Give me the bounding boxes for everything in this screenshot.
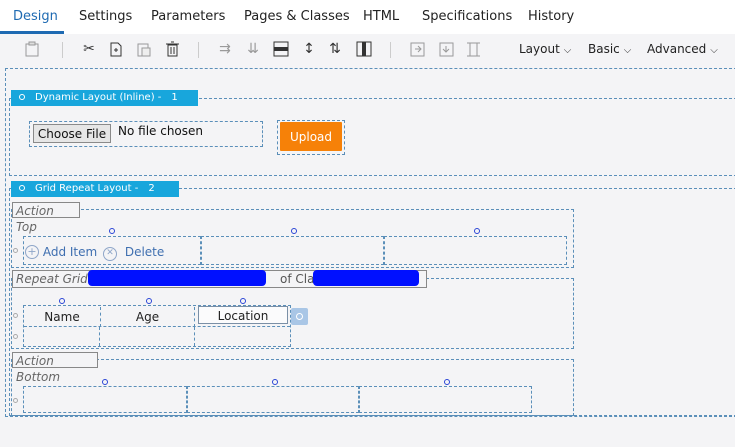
sort-columns-icon[interactable]: ↕ xyxy=(299,39,319,59)
grid-cell-divider xyxy=(194,327,195,346)
action-bottom-cell[interactable] xyxy=(187,386,359,413)
move-down-icon[interactable]: ⇊ xyxy=(243,39,263,59)
action-bottom-cell[interactable] xyxy=(23,386,187,413)
tab-history[interactable]: History xyxy=(528,0,574,34)
layout-handle-icon xyxy=(19,184,25,191)
cell-handle-icon[interactable] xyxy=(272,379,278,385)
add-item-link[interactable]: + Add Item xyxy=(25,245,97,259)
grid-cell-divider xyxy=(99,327,100,346)
insert-left-icon[interactable] xyxy=(407,39,427,59)
file-upload-field: Choose File No file chosen xyxy=(29,121,263,147)
toolbar-divider xyxy=(390,42,391,58)
tab-html[interactable]: HTML xyxy=(363,0,399,34)
grid-repeat-layout-header[interactable]: Grid Repeat Layout -2 xyxy=(11,181,179,197)
column-header-age[interactable]: Age xyxy=(101,307,195,327)
paste-icon[interactable] xyxy=(134,39,154,59)
column-handle-icon[interactable] xyxy=(59,298,65,304)
copy-icon[interactable] xyxy=(106,39,126,59)
delete-link[interactable]: ✕ Delete xyxy=(103,245,164,261)
cell-handle-icon[interactable] xyxy=(474,228,480,234)
file-status-text: No file chosen xyxy=(118,124,204,138)
advanced-menu[interactable]: Advanced ⌵ xyxy=(647,34,718,64)
row-icon[interactable] xyxy=(271,39,291,59)
row-handle-icon[interactable] xyxy=(13,248,18,253)
redacted-class-name xyxy=(313,270,419,286)
toolbar: ✂ ⇉ ⇊ ↕ ⇅ Layout ⌵ Basic ⌵ Advanced ⌵ xyxy=(0,34,735,64)
cell-handle-icon[interactable] xyxy=(102,379,108,385)
toolbar-divider xyxy=(198,42,199,58)
cut-icon[interactable]: ✂ xyxy=(79,39,99,59)
tab-specifications[interactable]: Specifications xyxy=(422,0,512,34)
layout-handle-icon xyxy=(19,93,25,100)
toolbar-divider xyxy=(62,42,63,58)
column-handle-icon[interactable] xyxy=(240,298,246,304)
delete-circle-icon: ✕ xyxy=(103,247,117,261)
action-top-cell[interactable] xyxy=(384,236,567,265)
dynamic-layout-header[interactable]: Dynamic Layout (Inline) -1 xyxy=(11,90,198,106)
column-header-location[interactable]: Location xyxy=(198,306,288,324)
tab-settings[interactable]: Settings xyxy=(79,0,132,34)
cell-handle-icon[interactable] xyxy=(109,228,115,234)
action-top-label: Action Top xyxy=(12,202,80,234)
basic-menu[interactable]: Basic ⌵ xyxy=(588,34,631,64)
move-right-icon[interactable]: ⇉ xyxy=(215,39,235,59)
layout-menu[interactable]: Layout ⌵ xyxy=(519,34,571,64)
tab-parameters[interactable]: Parameters xyxy=(151,0,225,34)
sort-down-icon[interactable]: ⇅ xyxy=(325,39,345,59)
cell-handle-icon[interactable] xyxy=(291,228,297,234)
insert-below-icon[interactable] xyxy=(436,39,456,59)
action-bottom-label: Action Bottom xyxy=(12,352,98,384)
row-handle-icon[interactable] xyxy=(13,398,18,403)
cell-handle-icon[interactable] xyxy=(444,379,450,385)
tab-pages-classes[interactable]: Pages & Classes xyxy=(244,0,350,34)
column-icon[interactable] xyxy=(354,39,374,59)
row-handle-icon[interactable] xyxy=(13,313,18,318)
tab-design[interactable]: Design xyxy=(13,0,58,34)
delete-icon[interactable] xyxy=(162,39,182,59)
clipboard-icon[interactable] xyxy=(22,39,42,59)
column-settings-icon[interactable] xyxy=(291,308,308,325)
add-circle-icon: + xyxy=(25,245,39,259)
action-top-cell[interactable] xyxy=(201,236,384,265)
action-bottom-cell[interactable] xyxy=(359,386,532,413)
column-header-name[interactable]: Name xyxy=(24,307,101,327)
columns-icon[interactable] xyxy=(463,39,483,59)
choose-file-button[interactable]: Choose File xyxy=(33,124,111,143)
row-handle-icon[interactable] xyxy=(13,334,18,339)
upload-button[interactable]: Upload xyxy=(280,122,342,151)
grid-row-divider xyxy=(24,326,290,327)
column-handle-icon[interactable] xyxy=(146,298,152,304)
redacted-page-name xyxy=(88,270,266,286)
tab-bar: Design Settings Parameters Pages & Class… xyxy=(0,0,735,35)
